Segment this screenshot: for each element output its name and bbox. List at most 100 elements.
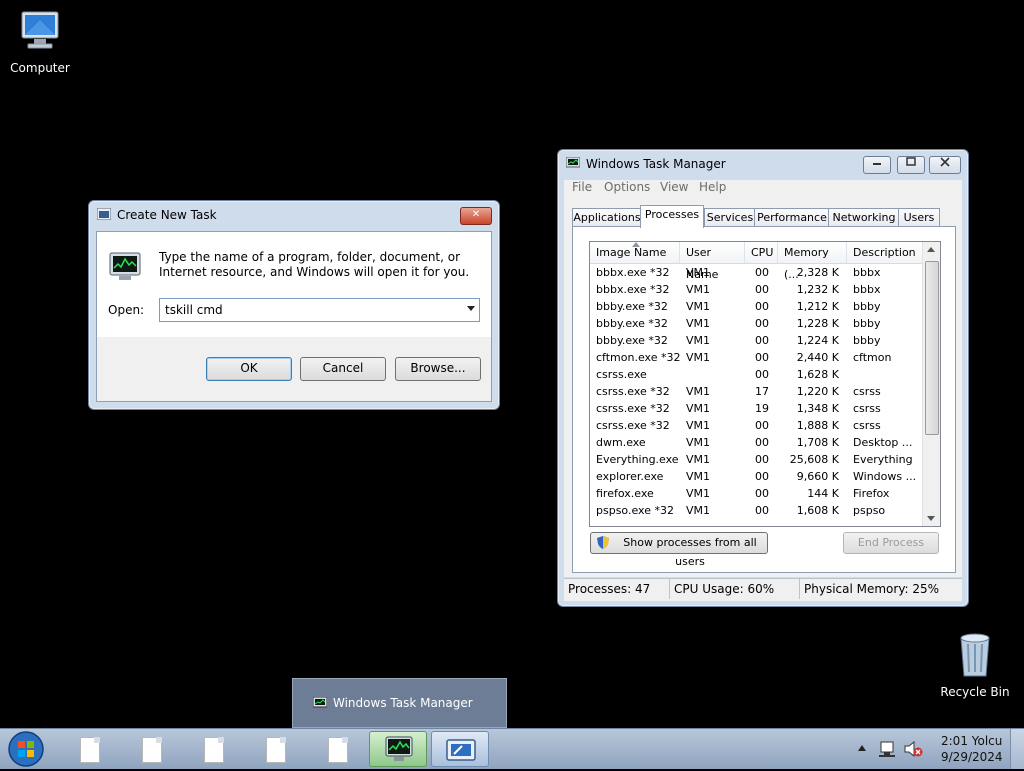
cell-cpu: 19 xyxy=(755,402,769,415)
open-input[interactable]: tskill cmd xyxy=(165,303,223,317)
process-row[interactable]: dwm.exe VM1 00 1,708 K Desktop ... xyxy=(590,434,922,451)
column-cpu[interactable]: CPU xyxy=(745,242,778,264)
cell-description: bbby xyxy=(853,300,881,313)
taskbar-run-dialog[interactable] xyxy=(431,731,489,767)
cell-cpu: 00 xyxy=(755,334,769,347)
volume-muted-icon[interactable] xyxy=(903,740,923,758)
process-row[interactable]: bbby.exe *32 VM1 00 1,228 K bbby xyxy=(590,315,922,332)
dialog-titlebar[interactable]: Create New Task ✕ xyxy=(89,201,499,229)
column-description[interactable]: Description xyxy=(847,242,923,264)
cell-memory: 2,328 K xyxy=(796,266,839,279)
end-process-button[interactable]: End Process xyxy=(843,532,939,554)
clock-date[interactable]: 9/29/2024 xyxy=(941,750,1003,764)
cell-description: Everything xyxy=(853,453,913,466)
tab-performance[interactable]: Performance xyxy=(754,208,830,227)
cell-description: csrss xyxy=(853,419,881,432)
process-row[interactable]: csrss.exe *32 VM1 00 1,888 K csrss xyxy=(590,417,922,434)
cell-cpu: 00 xyxy=(755,368,769,381)
tab-networking[interactable]: Networking xyxy=(828,208,900,227)
process-list[interactable]: Image Name User Name CPU Memory (... Des… xyxy=(589,241,941,527)
menu-help[interactable]: Help xyxy=(699,180,726,194)
cell-user-name: VM1 xyxy=(686,317,711,330)
tab-applications[interactable]: Applications xyxy=(572,208,642,227)
tab-users[interactable]: Users xyxy=(898,208,940,227)
show-desktop-button[interactable] xyxy=(1010,729,1024,769)
dropdown-arrow-icon[interactable] xyxy=(467,306,475,311)
cell-image-name: bbby.exe *32 xyxy=(596,300,668,313)
clock-time[interactable]: 2:01 Yolcu xyxy=(941,734,1002,748)
cell-cpu: 00 xyxy=(755,300,769,313)
minimize-icon xyxy=(873,163,881,165)
taskbar-item-4[interactable] xyxy=(246,731,302,767)
desktop-icon-computer[interactable]: Computer xyxy=(0,10,80,75)
open-combobox[interactable]: tskill cmd xyxy=(159,298,480,322)
taskbar-task-manager[interactable] xyxy=(369,731,427,767)
menu-options[interactable]: Options xyxy=(604,180,650,194)
cell-image-name: csrss.exe *32 xyxy=(596,385,670,398)
process-row[interactable]: bbbx.exe *32 VM1 00 2,328 K bbbx xyxy=(590,264,922,281)
dialog-footer: OK Cancel Browse... xyxy=(97,337,491,401)
cell-user-name: VM1 xyxy=(686,351,711,364)
process-row[interactable]: bbbx.exe *32 VM1 00 1,232 K bbbx xyxy=(590,281,922,298)
browse-button[interactable]: Browse... xyxy=(395,357,481,381)
cell-image-name: cftmon.exe *32 xyxy=(596,351,681,364)
scroll-thumb[interactable] xyxy=(925,261,939,435)
start-button[interactable] xyxy=(6,730,46,768)
cell-description: bbby xyxy=(853,317,881,330)
menu-file[interactable]: File xyxy=(572,180,592,194)
column-memory[interactable]: Memory (... xyxy=(778,242,847,281)
cell-user-name: VM1 xyxy=(686,402,711,415)
cell-image-name: bbby.exe *32 xyxy=(596,334,668,347)
recycle-bin-label: Recycle Bin xyxy=(940,685,1010,699)
minimize-button[interactable] xyxy=(863,156,891,174)
process-list-scrollbar[interactable] xyxy=(922,242,940,526)
process-row[interactable]: bbby.exe *32 VM1 00 1,212 K bbby xyxy=(590,298,922,315)
cell-memory: 1,212 K xyxy=(796,300,839,313)
cell-user-name: VM1 xyxy=(686,487,711,500)
process-row[interactable]: csrss.exe *32 VM1 19 1,348 K csrss xyxy=(590,400,922,417)
document-icon xyxy=(142,737,162,763)
cell-cpu: 00 xyxy=(755,504,769,517)
action-center-flag-icon[interactable] xyxy=(878,740,896,758)
cell-description: pspso xyxy=(853,504,886,517)
taskbar-item-1[interactable] xyxy=(60,731,116,767)
document-icon xyxy=(328,737,348,763)
cell-image-name: csrss.exe *32 xyxy=(596,419,670,432)
taskbar-item-2[interactable] xyxy=(122,731,178,767)
sort-ascending-icon xyxy=(632,242,640,247)
cell-image-name: explorer.exe xyxy=(596,470,664,483)
process-row[interactable]: pspso.exe *32 VM1 00 1,608 K pspso xyxy=(590,502,922,519)
close-button[interactable]: ✕ xyxy=(460,207,492,225)
scroll-up-icon[interactable] xyxy=(927,247,935,252)
close-button[interactable] xyxy=(929,156,961,174)
maximize-button[interactable] xyxy=(897,156,925,174)
process-row[interactable]: bbby.exe *32 VM1 00 1,224 K bbby xyxy=(590,332,922,349)
show-hidden-icons-icon[interactable] xyxy=(858,745,866,751)
desktop-icon-recycle-bin[interactable]: Recycle Bin xyxy=(935,630,1015,699)
process-row[interactable]: Everything.exe VM1 00 25,608 K Everything xyxy=(590,451,922,468)
tab-processes[interactable]: Processes xyxy=(640,205,704,228)
taskbar-item-5[interactable] xyxy=(308,731,364,767)
process-row[interactable]: explorer.exe VM1 00 9,660 K Windows ... xyxy=(590,468,922,485)
column-user-name[interactable]: User Name xyxy=(680,242,745,281)
cell-description: Desktop ... xyxy=(853,436,913,449)
ok-button[interactable]: OK xyxy=(206,357,292,381)
cancel-button[interactable]: Cancel xyxy=(300,357,386,381)
cell-user-name: VM1 xyxy=(686,266,711,279)
menu-view[interactable]: View xyxy=(660,180,688,194)
show-all-users-button[interactable]: Show processes from all users xyxy=(590,532,768,568)
process-row[interactable]: csrss.exe 00 1,628 K xyxy=(590,366,922,383)
process-row[interactable]: cftmon.exe *32 VM1 00 2,440 K cftmon xyxy=(590,349,922,366)
recycle-bin-icon xyxy=(960,633,990,677)
cell-user-name: VM1 xyxy=(686,504,711,517)
taskbar-item-3[interactable] xyxy=(184,731,240,767)
scroll-down-icon[interactable] xyxy=(927,516,935,521)
taskbar-preview[interactable]: Windows Task Manager xyxy=(292,678,507,728)
document-icon xyxy=(80,737,100,763)
cell-description: bbbx xyxy=(853,283,881,296)
process-row[interactable]: csrss.exe *32 VM1 17 1,220 K csrss xyxy=(590,383,922,400)
status-processes: Processes: 47 xyxy=(564,579,670,599)
tab-services[interactable]: Services xyxy=(704,208,756,227)
process-row[interactable]: firefox.exe VM1 00 144 K Firefox xyxy=(590,485,922,502)
task-manager-titlebar[interactable]: Windows Task Manager xyxy=(558,150,968,178)
